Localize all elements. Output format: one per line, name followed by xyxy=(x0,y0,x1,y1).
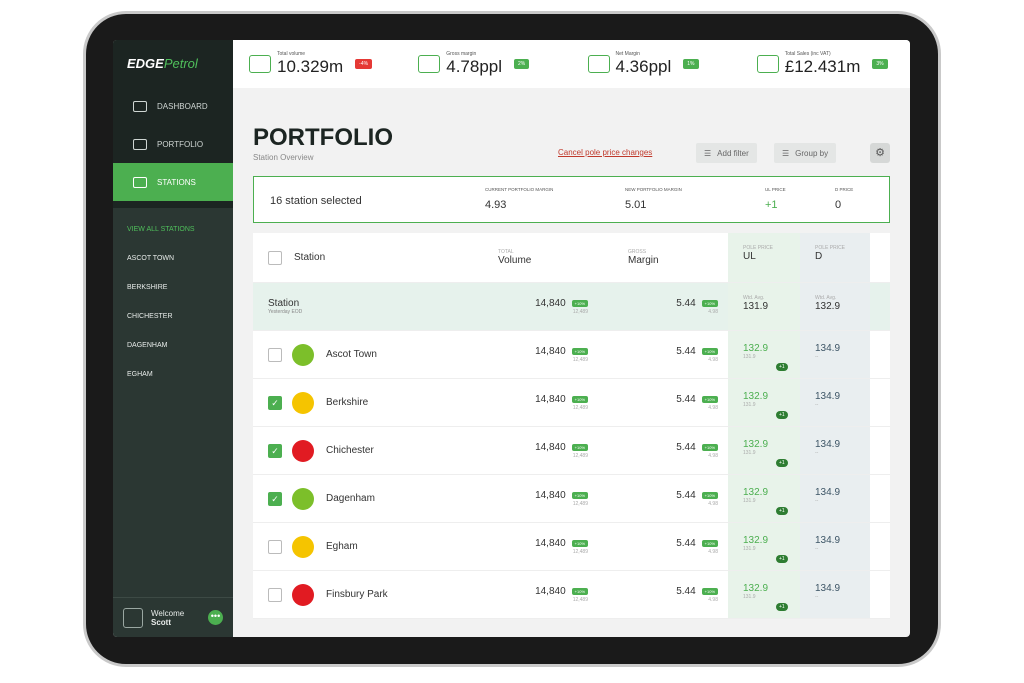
view-all-stations-link[interactable]: VIEW ALL STATIONS xyxy=(113,226,233,255)
d-pole-price[interactable]: 134.9 xyxy=(815,535,840,546)
stat-total-sales: Total Sales (inc VAT) £12.431m 3% xyxy=(741,51,910,77)
ul-pole-price[interactable]: 132.9 xyxy=(743,439,768,450)
station-link[interactable]: ASCOT TOWN xyxy=(113,255,233,284)
d-pole-price[interactable]: 134.9 xyxy=(815,583,840,594)
sort-margin[interactable]: Margin xyxy=(628,255,659,266)
table-row[interactable]: ✓ Dagenham 14,840 +10% 12,489 5.44 +10% 4.98 … xyxy=(253,475,890,523)
shell-logo-icon xyxy=(292,535,314,558)
texaco-logo-icon xyxy=(292,439,314,462)
price-change-badge: +1 xyxy=(776,411,788,419)
station-list: VIEW ALL STATIONS ASCOT TOWN BERKSHIRE C… xyxy=(113,208,233,400)
table-row[interactable]: Egham 14,840 +10% 12,489 5.44 +10% 4.98 132.… xyxy=(253,523,890,571)
group-by-button[interactable]: ☰ Group by xyxy=(774,143,837,163)
stat-total-volume: Total volume 10.329m -4% xyxy=(233,51,402,77)
d-pole-price[interactable]: 134.9 xyxy=(815,391,840,402)
bp-logo-icon xyxy=(292,487,314,510)
table-row[interactable]: ✓ Berkshire 14,840 +10% 12,489 5.44 +10% 4.98… xyxy=(253,379,890,427)
stat-net-margin: Net Margin 4.36ppl 1% xyxy=(572,51,741,77)
ul-pole-price[interactable]: 132.9 xyxy=(743,487,768,498)
sidebar-item-dashboard[interactable]: DASHBOARD xyxy=(113,87,233,125)
table-header: Station TOTAL Volume GROSS Margin POLE PRI… xyxy=(253,233,890,283)
sort-volume[interactable]: Volume xyxy=(498,255,531,266)
app-screen: EDGE Petrol DASHBOARD PORTFOLIO STATIONS … xyxy=(113,40,910,637)
selection-summary: 16 station selected CURRENT PORTFOLIO MA… xyxy=(253,176,890,223)
add-filter-button[interactable]: ☰ Add filter xyxy=(696,143,757,163)
ul-pole-price[interactable]: 132.9 xyxy=(743,583,768,594)
row-checkbox[interactable] xyxy=(268,347,282,362)
price-change-badge: +1 xyxy=(776,363,788,371)
filter-icon: ☰ xyxy=(704,148,712,158)
price-change-badge: +1 xyxy=(776,603,788,611)
change-badge: 2% xyxy=(514,59,530,69)
table-row[interactable]: ✓ Chichester 14,840 +10% 12,489 5.44 +10% 4.9… xyxy=(253,427,890,475)
avatar xyxy=(123,607,143,628)
station-link[interactable]: BERKSHIRE xyxy=(113,284,233,313)
list-icon: ☰ xyxy=(782,148,790,158)
bp-logo-icon xyxy=(292,343,314,366)
tanker-icon xyxy=(249,55,271,73)
row-checkbox[interactable]: ✓ xyxy=(268,443,282,458)
ul-pole-price[interactable]: 132.9 xyxy=(743,391,768,402)
briefcase-icon xyxy=(133,138,147,150)
row-checkbox[interactable]: ✓ xyxy=(268,491,282,506)
sidebar-item-stations[interactable]: STATIONS xyxy=(113,163,233,201)
change-badge: -4% xyxy=(355,59,373,69)
stations-table: Station TOTAL Volume GROSS Margin POLE PRI… xyxy=(253,233,890,619)
table-row[interactable]: Finsbury Park 14,840 +10% 12,489 5.44 +10% 4… xyxy=(253,571,890,619)
main-content: PORTFOLIO Station Overview Cancel pole p… xyxy=(233,88,910,637)
stats-bar: Total volume 10.329m -4% Gross margin 4.78p… xyxy=(233,40,910,88)
sort-station[interactable]: Station xyxy=(294,252,325,263)
ul-price-stepper[interactable]: +1 xyxy=(765,199,778,211)
station-link[interactable]: CHICHESTER xyxy=(113,313,233,342)
select-all-checkbox[interactable] xyxy=(268,250,282,265)
d-pole-price[interactable]: 134.9 xyxy=(815,343,840,354)
page-subtitle: Station Overview xyxy=(253,153,314,162)
page-title: PORTFOLIO xyxy=(253,124,393,151)
change-badge: 3% xyxy=(872,59,888,69)
more-options-icon[interactable]: ••• xyxy=(208,610,223,625)
bar-chart-icon xyxy=(587,55,610,73)
summary-row: Station Yesterday EOD 14,840 +10% 12,489 5.… xyxy=(253,283,890,331)
sidebar-item-portfolio[interactable]: PORTFOLIO xyxy=(113,125,233,163)
brand-logo[interactable]: EDGE Petrol xyxy=(113,40,233,87)
cash-register-icon xyxy=(756,55,779,73)
ul-pole-price[interactable]: 132.9 xyxy=(743,535,768,546)
sidebar: EDGE Petrol DASHBOARD PORTFOLIO STATIONS … xyxy=(113,40,233,637)
texaco-logo-icon xyxy=(292,583,314,606)
change-badge: 1% xyxy=(683,59,699,69)
stat-gross-margin: Gross margin 4.78ppl 2% xyxy=(402,51,571,77)
dashboard-icon xyxy=(133,100,147,112)
bar-chart-icon xyxy=(418,55,441,73)
ul-pole-price[interactable]: 132.9 xyxy=(743,343,768,354)
price-change-badge: +1 xyxy=(776,555,788,563)
user-profile[interactable]: Welcome Scott ••• xyxy=(113,597,233,637)
price-change-badge: +1 xyxy=(776,459,788,467)
price-change-badge: +1 xyxy=(776,507,788,515)
fuel-pump-icon xyxy=(133,176,147,188)
row-checkbox[interactable] xyxy=(268,539,282,554)
station-link[interactable]: EGHAM xyxy=(113,371,233,400)
d-pole-price[interactable]: 134.9 xyxy=(815,439,840,450)
d-pole-price[interactable]: 134.9 xyxy=(815,487,840,498)
shell-logo-icon xyxy=(292,391,314,414)
settings-gear-icon[interactable]: ⚙ xyxy=(870,143,890,163)
row-checkbox[interactable] xyxy=(268,587,282,602)
station-link[interactable]: DAGENHAM xyxy=(113,342,233,371)
d-price-stepper[interactable]: 0 xyxy=(835,199,841,211)
table-row[interactable]: Ascot Town 14,840 +10% 12,489 5.44 +10% 4.98… xyxy=(253,331,890,379)
cancel-pole-price-link[interactable]: Cancel pole price changes xyxy=(558,148,652,157)
row-checkbox[interactable]: ✓ xyxy=(268,395,282,410)
